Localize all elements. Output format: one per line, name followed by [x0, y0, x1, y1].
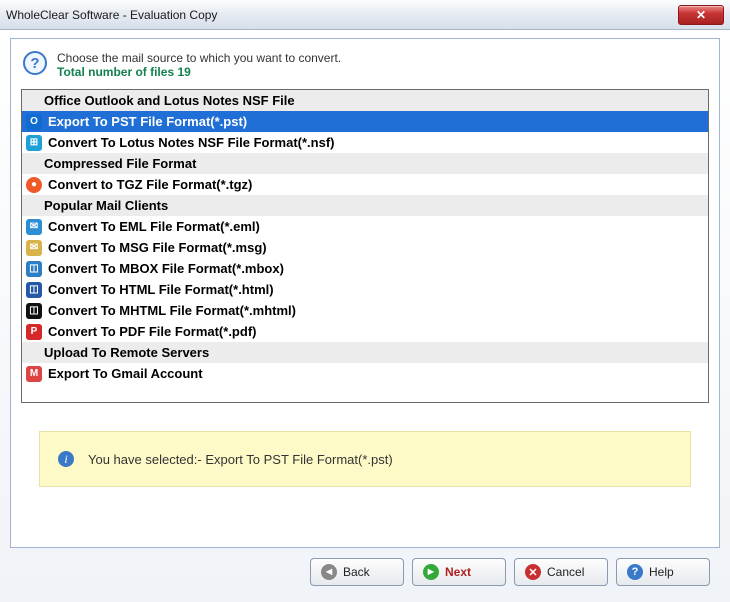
- msg-icon: ✉: [26, 240, 42, 256]
- list-item-gmail[interactable]: M Export To Gmail Account: [22, 363, 708, 384]
- list-item-label: Convert to TGZ File Format(*.tgz): [48, 177, 252, 192]
- list-item-nsf[interactable]: ⊞ Convert To Lotus Notes NSF File Format…: [22, 132, 708, 153]
- button-row: ◄ Back ► Next ✕ Cancel ? Help: [10, 548, 720, 586]
- list-item-label: Export To PST File Format(*.pst): [48, 114, 247, 129]
- question-icon: ?: [23, 51, 47, 75]
- back-button-label: Back: [343, 565, 370, 579]
- next-icon: ►: [423, 564, 439, 580]
- tgz-icon: ●: [26, 177, 42, 193]
- list-item-eml[interactable]: ✉ Convert To EML File Format(*.eml): [22, 216, 708, 237]
- list-item-mhtml[interactable]: ◫ Convert To MHTML File Format(*.mhtml): [22, 300, 708, 321]
- cancel-icon: ✕: [525, 564, 541, 580]
- instruction-text: Choose the mail source to which you want…: [57, 51, 341, 65]
- nsf-icon: ⊞: [26, 135, 42, 151]
- next-button[interactable]: ► Next: [412, 558, 506, 586]
- selection-info: i You have selected:- Export To PST File…: [39, 431, 691, 487]
- close-icon: ✕: [696, 8, 706, 22]
- info-icon: i: [58, 451, 74, 467]
- list-item-label: Convert To HTML File Format(*.html): [48, 282, 274, 297]
- outlook-icon: O: [26, 114, 42, 130]
- group-header: Compressed File Format: [22, 153, 708, 174]
- next-button-label: Next: [445, 565, 471, 579]
- list-item-pst[interactable]: O Export To PST File Format(*.pst): [22, 111, 708, 132]
- group-header: Office Outlook and Lotus Notes NSF File: [22, 90, 708, 111]
- list-item-tgz[interactable]: ● Convert to TGZ File Format(*.tgz): [22, 174, 708, 195]
- html-icon: ◫: [26, 282, 42, 298]
- list-item-label: Convert To MSG File Format(*.msg): [48, 240, 267, 255]
- header: ? Choose the mail source to which you wa…: [21, 47, 709, 89]
- titlebar: WholeClear Software - Evaluation Copy ✕: [0, 0, 730, 30]
- eml-icon: ✉: [26, 219, 42, 235]
- main-area: ? Choose the mail source to which you wa…: [0, 30, 730, 602]
- back-button[interactable]: ◄ Back: [310, 558, 404, 586]
- list-item-label: Convert To Lotus Notes NSF File Format(*…: [48, 135, 335, 150]
- selection-info-text: You have selected:- Export To PST File F…: [88, 452, 393, 467]
- list-item-html[interactable]: ◫ Convert To HTML File Format(*.html): [22, 279, 708, 300]
- close-button[interactable]: ✕: [678, 5, 724, 25]
- list-item-pdf[interactable]: P Convert To PDF File Format(*.pdf): [22, 321, 708, 342]
- list-item-msg[interactable]: ✉ Convert To MSG File Format(*.msg): [22, 237, 708, 258]
- cancel-button-label: Cancel: [547, 565, 584, 579]
- help-icon: ?: [627, 564, 643, 580]
- pdf-icon: P: [26, 324, 42, 340]
- cancel-button[interactable]: ✕ Cancel: [514, 558, 608, 586]
- mbox-icon: ◫: [26, 261, 42, 277]
- list-item-label: Convert To EML File Format(*.eml): [48, 219, 260, 234]
- mhtml-icon: ◫: [26, 303, 42, 319]
- file-count: Total number of files 19: [57, 65, 341, 79]
- list-item-label: Export To Gmail Account: [48, 366, 203, 381]
- header-text: Choose the mail source to which you want…: [57, 51, 341, 79]
- back-icon: ◄: [321, 564, 337, 580]
- group-header: Upload To Remote Servers: [22, 342, 708, 363]
- help-button-label: Help: [649, 565, 674, 579]
- window-title: WholeClear Software - Evaluation Copy: [6, 8, 217, 22]
- help-button[interactable]: ? Help: [616, 558, 710, 586]
- list-item-mbox[interactable]: ◫ Convert To MBOX File Format(*.mbox): [22, 258, 708, 279]
- list-item-label: Convert To MHTML File Format(*.mhtml): [48, 303, 296, 318]
- group-header: Popular Mail Clients: [22, 195, 708, 216]
- content-frame: ? Choose the mail source to which you wa…: [10, 38, 720, 548]
- gmail-icon: M: [26, 366, 42, 382]
- list-item-label: Convert To PDF File Format(*.pdf): [48, 324, 256, 339]
- format-list[interactable]: Office Outlook and Lotus Notes NSF File …: [21, 89, 709, 403]
- list-item-label: Convert To MBOX File Format(*.mbox): [48, 261, 284, 276]
